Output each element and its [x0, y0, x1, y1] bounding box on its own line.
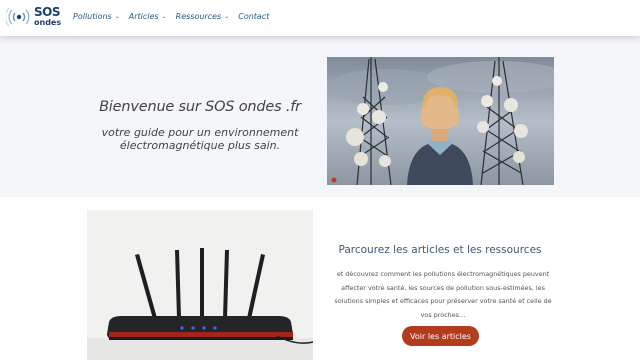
section-body: et découvrez comment les pollutions élec… [334, 270, 552, 319]
hero-title: Bienvenue sur SOS ondes .fr [99, 99, 301, 115]
nav-item-label: Ressources [175, 12, 222, 21]
view-articles-button[interactable]: Voir les articles [402, 326, 479, 346]
radio-waves-icon [6, 7, 30, 27]
section-title: Parcourez les articles et les ressources [338, 244, 542, 256]
logo-sub-text: ondes [34, 17, 62, 27]
chevron-down-icon: ⌄ [161, 13, 167, 20]
nav-item-articles[interactable]: Articles ⌄ [129, 12, 167, 21]
chevron-down-icon: ⌄ [114, 13, 120, 20]
site-logo[interactable]: SOS ondes [6, 6, 61, 28]
logo-main-text: SOS [34, 4, 61, 19]
hero-section: Bienvenue sur SOS ondes .fr votre guide … [0, 36, 640, 197]
hero-image [327, 57, 554, 185]
nav-item-label: Pollutions [73, 12, 112, 21]
chevron-down-icon: ⌄ [224, 13, 230, 20]
main-nav: Pollutions ⌄ Articles ⌄ Ressources ⌄ Con… [73, 12, 269, 21]
logo-text: SOS ondes [34, 4, 62, 28]
router-image [87, 210, 313, 360]
nav-item-label: Articles [128, 12, 159, 21]
nav-item-contact[interactable]: Contact [238, 12, 269, 21]
hero-subtitle: votre guide pour un environnement électr… [101, 126, 299, 152]
nav-item-ressources[interactable]: Ressources ⌄ [176, 12, 230, 21]
site-header: SOS ondes Pollutions ⌄ Articles ⌄ Ressou… [0, 0, 640, 36]
nav-item-label: Contact [238, 12, 270, 21]
nav-item-pollutions[interactable]: Pollutions ⌄ [73, 12, 120, 21]
